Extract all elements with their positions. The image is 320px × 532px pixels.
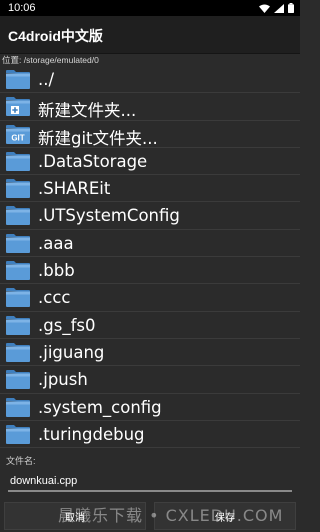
button-row: 取消 保存 (0, 498, 300, 532)
cancel-button[interactable]: 取消 (4, 502, 146, 530)
file-label: .ccc (38, 288, 71, 308)
folder-icon (6, 342, 30, 362)
wifi-icon (259, 4, 270, 13)
status-time: 10:06 (8, 2, 36, 14)
file-label: .jpush (38, 370, 88, 390)
app-title: C4droid中文版 (8, 28, 103, 44)
save-button[interactable]: 保存 (154, 502, 296, 530)
file-label: .gs_fs0 (38, 315, 96, 335)
file-label: 新建文件夹... (38, 101, 137, 121)
file-row-folder[interactable]: .ccc (0, 284, 300, 312)
file-row-folder[interactable]: .jpush (0, 366, 300, 394)
git-folder-icon: GIT (6, 124, 30, 144)
folder-icon (6, 397, 30, 417)
file-list[interactable]: ../ 新建文件夹... GIT 新建git文件夹... .DataStorag… (0, 66, 300, 450)
current-path: 位置: /storage/emulated/0 (2, 55, 99, 65)
file-row-folder[interactable]: .SHAREit (0, 175, 300, 203)
signal-icon (274, 3, 284, 13)
file-row-new-git-folder[interactable]: GIT 新建git文件夹... (0, 121, 300, 148)
battery-icon (288, 3, 294, 13)
file-row-folder[interactable]: .jiguang (0, 339, 300, 367)
file-row-folder[interactable]: .gs_fs0 (0, 312, 300, 339)
file-label: .system_config (38, 397, 162, 417)
file-row-new-folder[interactable]: 新建文件夹... (0, 93, 300, 121)
file-row-folder[interactable]: .UTSystemConfig (0, 202, 300, 230)
folder-icon (6, 206, 30, 226)
folder-icon (6, 370, 30, 390)
file-label: ../ (38, 70, 55, 89)
folder-icon (6, 315, 30, 335)
file-label: .aaa (38, 233, 74, 253)
file-label: .turingdebug (38, 424, 145, 444)
filename-label: 文件名: (6, 456, 36, 466)
filename-input[interactable] (8, 472, 292, 492)
file-row-parent[interactable]: ../ (0, 66, 300, 94)
app-bar: C4droid中文版 (0, 16, 300, 54)
new-folder-icon (6, 97, 30, 117)
file-label: 新建git文件夹... (38, 128, 158, 148)
folder-icon (6, 233, 30, 253)
folder-icon (6, 151, 30, 171)
status-bar: 10:06 (0, 0, 300, 16)
file-label: .jiguang (38, 342, 105, 362)
file-row-folder[interactable]: .turingdebug (0, 421, 300, 449)
file-row-folder[interactable]: .system_config (0, 394, 300, 421)
file-label: .DataStorage (38, 151, 148, 171)
folder-icon (6, 261, 30, 281)
file-row-folder[interactable]: .bbb (0, 257, 300, 285)
path-bar: 位置: /storage/emulated/0 (0, 54, 300, 66)
folder-icon (6, 179, 30, 199)
file-label: .SHAREit (38, 179, 111, 199)
folder-icon (6, 288, 30, 308)
file-label: .UTSystemConfig (38, 206, 180, 226)
svg-text:GIT: GIT (11, 133, 24, 142)
file-row-folder[interactable]: .aaa (0, 230, 300, 258)
file-label: .bbb (38, 261, 75, 281)
folder-icon (6, 424, 30, 444)
file-row-folder[interactable]: .DataStorage (0, 148, 300, 176)
status-icons (259, 3, 294, 13)
folder-up-icon (6, 70, 30, 89)
